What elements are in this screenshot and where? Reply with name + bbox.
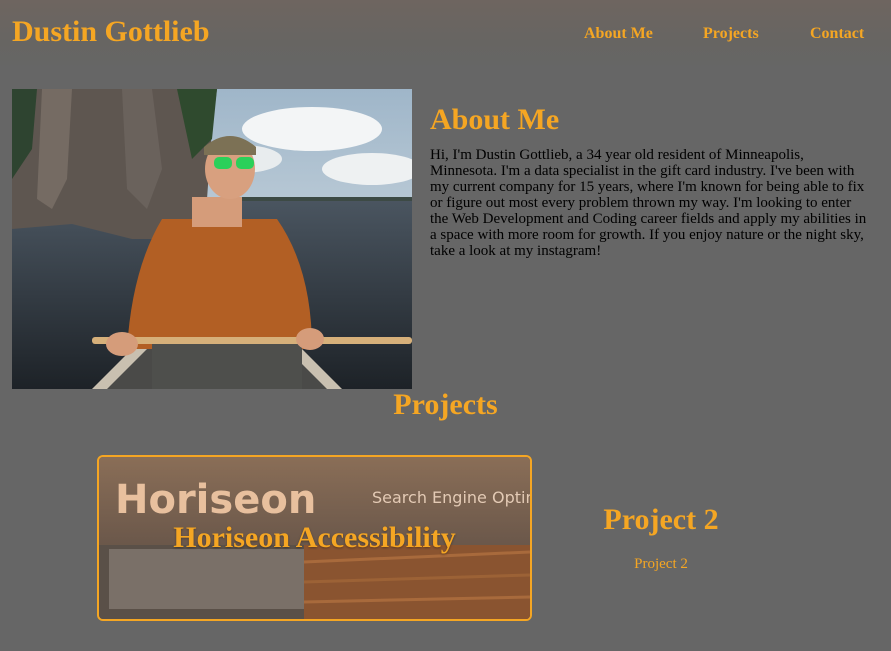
about-heading: About Me [430,103,560,136]
nav-projects[interactable]: Projects [703,26,759,42]
project2-heading: Project 2 [603,503,719,536]
nav-contact[interactable]: Contact [810,26,864,42]
project-title-horiseon: Horiseon Accessibility [173,521,456,554]
about-bio: Hi, I'm Dustin Gottlieb, a 34 year old r… [430,147,867,259]
horiseon-logo-text: Horiseon [115,477,316,523]
projects-heading: Projects [393,388,498,421]
site-title: Dustin Gottlieb [12,15,210,48]
site-header: Dustin Gottlieb About Me Projects Contac… [0,0,891,70]
horiseon-nav-text: Search Engine Optin [372,488,530,507]
profile-photo [12,89,412,389]
project-card-horiseon[interactable]: Horiseon Search Engine Optin Horiseon Ac… [97,455,532,621]
nav-about-me[interactable]: About Me [584,26,653,42]
project2-link[interactable]: Project 2 [560,557,762,572]
